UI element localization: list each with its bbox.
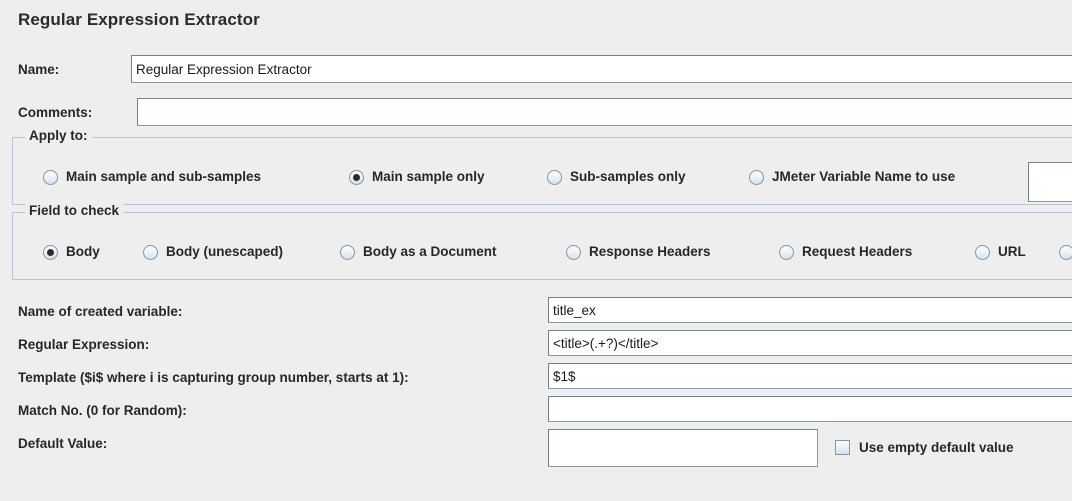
- template-input[interactable]: [548, 363, 1072, 389]
- radio-overflow-cutoff[interactable]: [1059, 239, 1072, 265]
- apply-to-group-title: Apply to:: [25, 129, 92, 143]
- radio-sub-samples-only[interactable]: Sub-samples only: [547, 164, 686, 190]
- radio-label: URL: [998, 244, 1026, 260]
- radio-circle-selected-icon: [349, 169, 364, 185]
- template-label: Template ($i$ where i is capturing group…: [18, 370, 409, 385]
- jmeter-variable-name-input[interactable]: [1028, 162, 1072, 202]
- page-title: Regular Expression Extractor: [18, 10, 260, 29]
- regular-expression-input[interactable]: [548, 330, 1072, 356]
- use-empty-default-value-checkbox[interactable]: Use empty default value: [835, 440, 1014, 455]
- radio-circle-icon: [1059, 244, 1072, 260]
- radio-label: Body as a Document: [363, 244, 497, 260]
- name-label: Name:: [18, 62, 60, 77]
- field-to-check-group-title: Field to check: [25, 204, 124, 218]
- match-number-label: Match No. (0 for Random):: [18, 403, 187, 418]
- radio-label: Body (unescaped): [166, 244, 284, 260]
- comments-label: Comments:: [18, 105, 93, 120]
- radio-circle-icon: [143, 244, 158, 260]
- radio-circle-icon: [43, 169, 58, 185]
- radio-jmeter-variable-name-to-use[interactable]: JMeter Variable Name to use: [749, 164, 955, 190]
- checkbox-square-icon: [835, 440, 850, 455]
- radio-url[interactable]: URL: [975, 239, 1026, 265]
- radio-circle-icon: [566, 244, 581, 260]
- radio-circle-icon: [975, 244, 990, 260]
- apply-to-group: Apply to: Main sample and sub-samples Ma…: [12, 129, 1072, 205]
- variable-name-label: Name of created variable:: [18, 304, 183, 319]
- radio-circle-selected-icon: [43, 244, 58, 260]
- regular-expression-label: Regular Expression:: [18, 337, 150, 352]
- radio-circle-icon: [340, 244, 355, 260]
- default-value-input[interactable]: [548, 429, 818, 467]
- radio-response-headers[interactable]: Response Headers: [566, 239, 711, 265]
- radio-body[interactable]: Body: [43, 239, 100, 265]
- field-to-check-radio-row: Body Body (unescaped) Body as a Document…: [13, 239, 1072, 265]
- radio-circle-icon: [779, 244, 794, 260]
- name-input[interactable]: [131, 55, 1072, 83]
- radio-request-headers[interactable]: Request Headers: [779, 239, 912, 265]
- comments-input[interactable]: [137, 98, 1072, 126]
- radio-label: Sub-samples only: [570, 169, 686, 185]
- use-empty-default-value-label: Use empty default value: [859, 439, 1014, 455]
- radio-circle-icon: [547, 169, 562, 185]
- radio-label: Body: [66, 244, 100, 260]
- radio-circle-icon: [749, 169, 764, 185]
- radio-label: JMeter Variable Name to use: [772, 169, 956, 185]
- radio-body-unescaped[interactable]: Body (unescaped): [143, 239, 283, 265]
- radio-label: Response Headers: [589, 244, 711, 260]
- match-number-input[interactable]: [548, 396, 1072, 422]
- radio-main-sample-only[interactable]: Main sample only: [349, 164, 485, 190]
- apply-to-radio-row: Main sample and sub-samples Main sample …: [13, 164, 1072, 190]
- field-to-check-group: Field to check Body Body (unescaped) Bod…: [12, 204, 1072, 280]
- radio-body-as-a-document[interactable]: Body as a Document: [340, 239, 497, 265]
- radio-main-sample-and-sub-samples[interactable]: Main sample and sub-samples: [43, 164, 261, 190]
- default-value-label: Default Value:: [18, 436, 108, 451]
- radio-label: Main sample only: [372, 169, 485, 185]
- radio-label: Request Headers: [802, 244, 913, 260]
- variable-name-input[interactable]: [548, 297, 1072, 323]
- radio-label: Main sample and sub-samples: [66, 169, 262, 185]
